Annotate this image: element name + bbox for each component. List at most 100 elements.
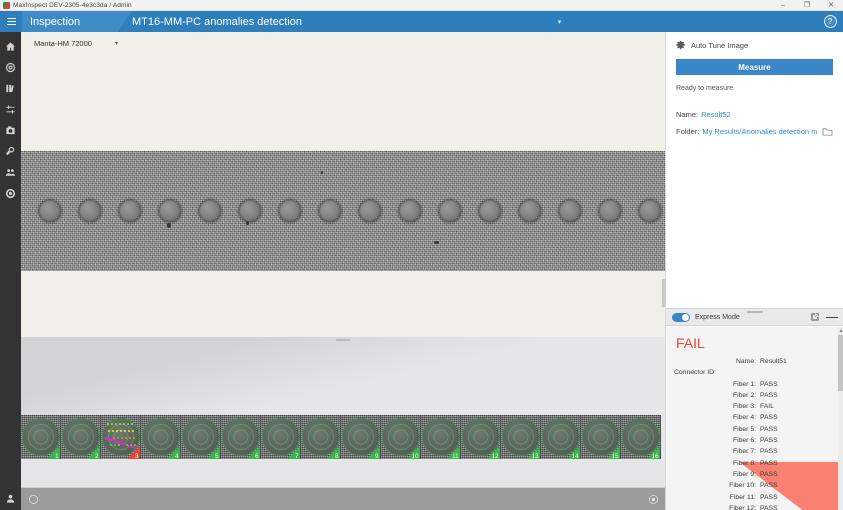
gear-icon	[676, 40, 686, 50]
popout-button[interactable]	[809, 311, 821, 323]
result-row: Fiber 1:PASS	[672, 379, 838, 390]
fiber-thumbnail[interactable]: 9	[341, 415, 381, 459]
right-panel-resize-grip[interactable]	[747, 311, 763, 313]
ferrule-row	[39, 200, 661, 222]
defect-marker	[113, 437, 115, 439]
app-header: Inspection MT16-MM-PC anomalies detectio…	[0, 11, 843, 32]
sidebar-item-library[interactable]	[0, 78, 21, 99]
window-controls: – ❐ ✕	[771, 0, 843, 11]
fiber-number-label: 15	[612, 454, 619, 460]
defect-marker	[116, 430, 118, 432]
fiber-number-label: 14	[572, 454, 579, 460]
device-select[interactable]: Manta-HM 72000 ▾	[32, 36, 120, 50]
ferrule-circle	[159, 200, 181, 222]
result-folder-value[interactable]: My Results/Anomalies detection multi-fib…	[702, 127, 817, 136]
fiber-thumbnail[interactable]: 13	[501, 415, 541, 459]
fiber-number-label: 2	[95, 454, 98, 460]
sidebar-item-users[interactable]	[0, 162, 21, 183]
fiber-thumbnail[interactable]: 5	[181, 415, 221, 459]
sidebar-item-tools[interactable]	[0, 141, 21, 162]
ferrule-circle	[519, 200, 541, 222]
measure-button[interactable]: Measure	[676, 59, 833, 75]
fiber-thumbnail[interactable]: 6	[221, 415, 261, 459]
results-scrollbar[interactable]: ▲ ▼	[838, 327, 843, 510]
ferrule-circle	[279, 200, 301, 222]
fiber-thumbnail[interactable]: 10	[381, 415, 421, 459]
defect-marker	[129, 437, 131, 439]
status-settings-icon[interactable]	[641, 488, 665, 510]
help-button[interactable]: ?	[817, 11, 843, 32]
fiber-thumbnail[interactable]: 8	[301, 415, 341, 459]
result-row-key: Name:	[672, 356, 760, 367]
fiber-thumbnail[interactable]: 11	[421, 415, 461, 459]
fiber-number-label: 4	[175, 454, 178, 460]
fiber-thumbnail[interactable]: 1	[21, 415, 61, 459]
fiber-thumbnail[interactable]: 2	[61, 415, 101, 459]
fiber-thumbnail-strip[interactable]: 12345678910111213141516	[21, 415, 665, 459]
scrollbar-thumb[interactable]	[838, 335, 843, 391]
measure-status-text: Ready to measure	[676, 85, 833, 92]
fiber-thumbnail[interactable]: 12	[461, 415, 501, 459]
sidebar-item-capture[interactable]	[0, 120, 21, 141]
fiber-thumbnail[interactable]: 16	[621, 415, 661, 459]
main-image-stage[interactable]	[21, 54, 665, 333]
fiber-thumbnail[interactable]: 3	[101, 415, 141, 459]
sidebar-item-home[interactable]	[0, 36, 21, 57]
sidebar-item-account[interactable]	[0, 486, 21, 510]
fiber-thumbnail[interactable]: 7	[261, 415, 301, 459]
result-row: Fiber 10:PASS	[672, 480, 838, 491]
fiber-number-label: 1	[55, 454, 58, 460]
result-row-key: Fiber 1:	[672, 379, 760, 390]
result-name-label: Name:	[676, 110, 698, 119]
result-name-row: Name: Result52	[676, 110, 833, 119]
defect-marker	[128, 430, 130, 432]
app-logo-icon	[3, 2, 10, 9]
defect-marker	[119, 423, 121, 425]
ferrule-circle	[39, 200, 61, 222]
defect-speck	[321, 171, 323, 174]
result-row: Fiber 4:PASS	[672, 412, 838, 423]
auto-tune-image-control[interactable]: Auto Tune Image	[676, 40, 833, 50]
express-mode-label: Express Mode	[695, 314, 804, 321]
defect-marker	[133, 437, 135, 439]
chevron-down-icon: ▾	[115, 40, 118, 47]
sidebar-item-settings[interactable]	[0, 99, 21, 120]
close-button[interactable]: ✕	[819, 0, 843, 11]
sidebar-item-support[interactable]	[0, 183, 21, 204]
fiber-number-label: 8	[335, 454, 338, 460]
menu-hamburger-icon[interactable]	[0, 11, 22, 32]
fiber-thumbnail[interactable]: 14	[541, 415, 581, 459]
maximize-button[interactable]: ❐	[795, 0, 819, 11]
result-row-key: Connector ID:	[674, 367, 716, 378]
fiber-core-ring	[433, 430, 448, 445]
ferrule-circle	[479, 200, 501, 222]
fiber-thumbnail[interactable]: 15	[581, 415, 621, 459]
defect-speck	[246, 221, 249, 225]
window-title: MaxInspect DEV-2305-4e3c3da / Admin	[13, 2, 132, 9]
auto-tune-label: Auto Tune Image	[691, 41, 748, 50]
scroll-up-arrow-icon[interactable]: ▲	[838, 327, 843, 335]
fiber-number-label: 9	[375, 454, 378, 460]
header-dropdown-caret-icon[interactable]: ▾	[548, 18, 570, 26]
fiber-number-label: 11	[452, 454, 458, 460]
result-row-value: PASS	[760, 379, 778, 390]
ferrule-circle	[599, 200, 621, 222]
sidebar-item-inspection[interactable]	[0, 57, 21, 78]
folder-icon[interactable]	[822, 127, 833, 136]
panel-resize-grip[interactable]	[336, 339, 350, 341]
user-account-icon	[5, 493, 16, 504]
results-menu-button[interactable]	[826, 311, 838, 323]
express-mode-toggle[interactable]	[672, 313, 690, 322]
defect-marker	[110, 444, 112, 446]
status-connection-icon[interactable]	[21, 488, 45, 510]
fiber-core-ring	[353, 430, 368, 445]
fiber-thumbnail[interactable]: 4	[141, 415, 181, 459]
result-row: Fiber 9:PASS	[672, 469, 838, 480]
results-pane[interactable]: FAIL Name:Result51Connector ID:Fiber 1:P…	[666, 327, 843, 510]
result-row-key: Fiber 10:	[672, 480, 760, 491]
ferrule-scan-image[interactable]	[21, 151, 665, 271]
result-row: Fiber 3:FAIL	[672, 401, 838, 412]
result-name-value[interactable]: Result52	[701, 110, 731, 119]
minimize-button[interactable]: –	[771, 0, 795, 11]
fiber-number-label: 13	[532, 454, 539, 460]
